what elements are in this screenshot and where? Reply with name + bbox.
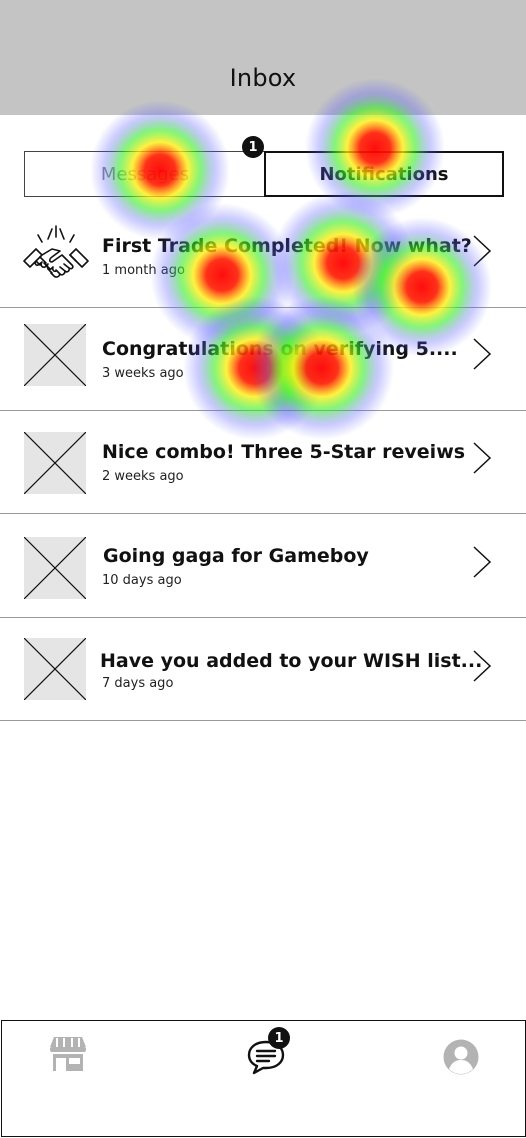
notification-time: 1 month ago (102, 263, 185, 278)
notification-time: 2 weeks ago (102, 469, 184, 484)
notification-time: 3 weeks ago (102, 366, 184, 381)
list-item[interactable]: Have you added to your WISH list... 7 da… (0, 618, 526, 721)
tab-notifications[interactable]: Notifications (264, 151, 504, 197)
store-icon[interactable] (48, 1035, 88, 1073)
chat-badge: 1 (268, 1027, 290, 1049)
tab-notifications-label: Notifications (319, 163, 449, 185)
notification-time: 7 days ago (102, 676, 174, 691)
chevron-right-icon (473, 338, 492, 370)
list-item[interactable]: Congratulations on verifying 5.... 3 wee… (0, 308, 526, 411)
notification-title: First Trade Completed! Now what? (102, 235, 472, 257)
notification-title: Going gaga for Gameboy (103, 545, 369, 567)
notification-count-badge: 1 (242, 136, 264, 158)
notification-time: 10 days ago (102, 573, 182, 588)
list-item[interactable]: First Trade Completed! Now what? 1 month… (0, 205, 526, 308)
tab-messages[interactable]: Messages (24, 151, 266, 197)
page-title: Inbox (229, 64, 297, 92)
header-bar: Inbox (0, 0, 526, 115)
image-placeholder-icon (24, 537, 86, 599)
tab-messages-label: Messages (100, 163, 190, 185)
image-placeholder-icon (24, 324, 86, 386)
notification-title: Nice combo! Three 5-Star reveiws (102, 441, 466, 463)
chevron-right-icon (473, 546, 492, 578)
handshake-icon (23, 225, 89, 278)
list-item[interactable]: Nice combo! Three 5-Star reveiws 2 weeks… (0, 411, 526, 514)
profile-icon[interactable] (443, 1039, 479, 1075)
list-item[interactable]: Going gaga for Gameboy 10 days ago (0, 515, 526, 618)
chevron-right-icon (473, 650, 492, 682)
bottom-nav: 1 (1, 1020, 526, 1137)
chevron-right-icon (473, 442, 492, 474)
notification-title: Have you added to your WISH list... (100, 650, 483, 672)
image-placeholder-icon (24, 638, 86, 700)
image-placeholder-icon (24, 432, 86, 494)
notification-title: Congratulations on verifying 5.... (102, 338, 458, 360)
chevron-right-icon (473, 235, 492, 267)
